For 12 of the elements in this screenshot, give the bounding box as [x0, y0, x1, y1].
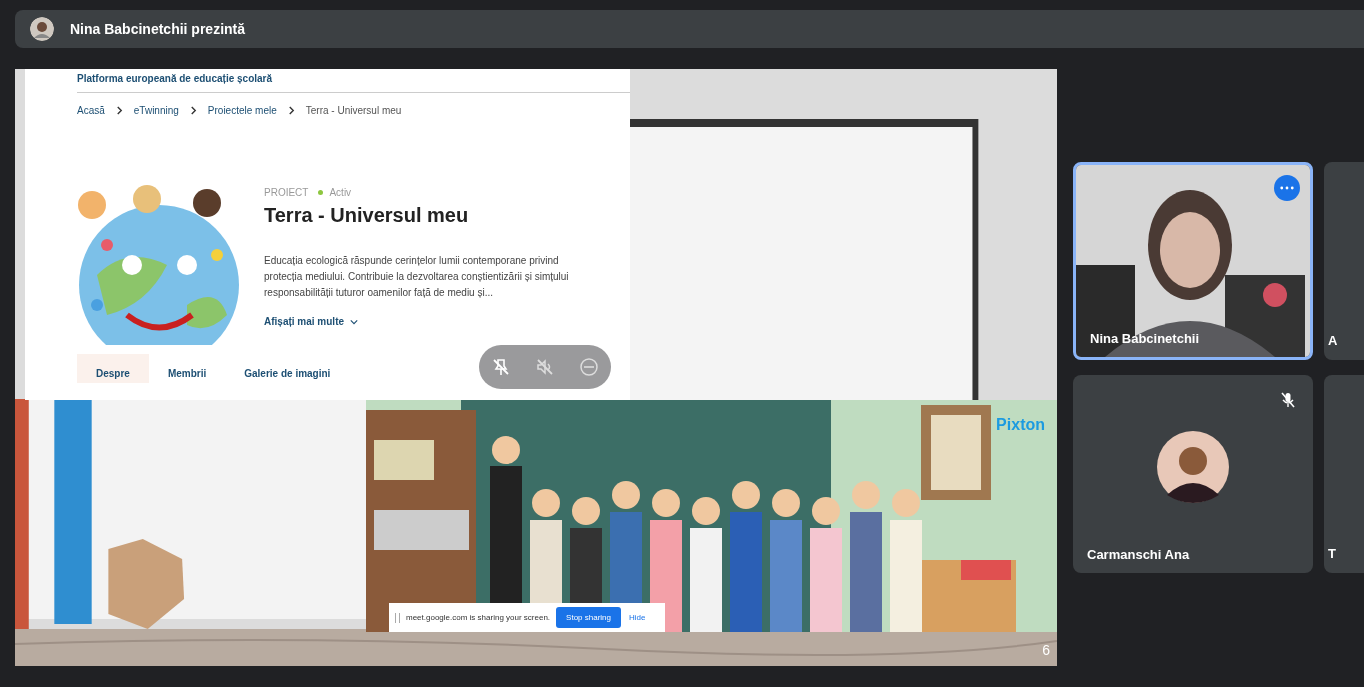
- avatar-icon: [30, 17, 54, 41]
- presenter-title: Nina Babcinetchii prezintă: [70, 21, 246, 37]
- avatar-icon: [1157, 431, 1229, 503]
- participant-name: T: [1328, 546, 1336, 561]
- participant-tile[interactable]: Nina Babcinetchii: [1073, 162, 1313, 360]
- participant-tile[interactable]: A: [1324, 162, 1364, 360]
- more-dots-icon: [1280, 186, 1294, 190]
- participant-name: A: [1328, 333, 1338, 348]
- participant-tile[interactable]: T: [1324, 375, 1364, 573]
- participant-tile[interactable]: Carmanschi Ana: [1073, 375, 1313, 573]
- participant-name: Carmanschi Ana: [1087, 547, 1190, 562]
- participant-name: Nina Babcinetchii: [1090, 331, 1200, 346]
